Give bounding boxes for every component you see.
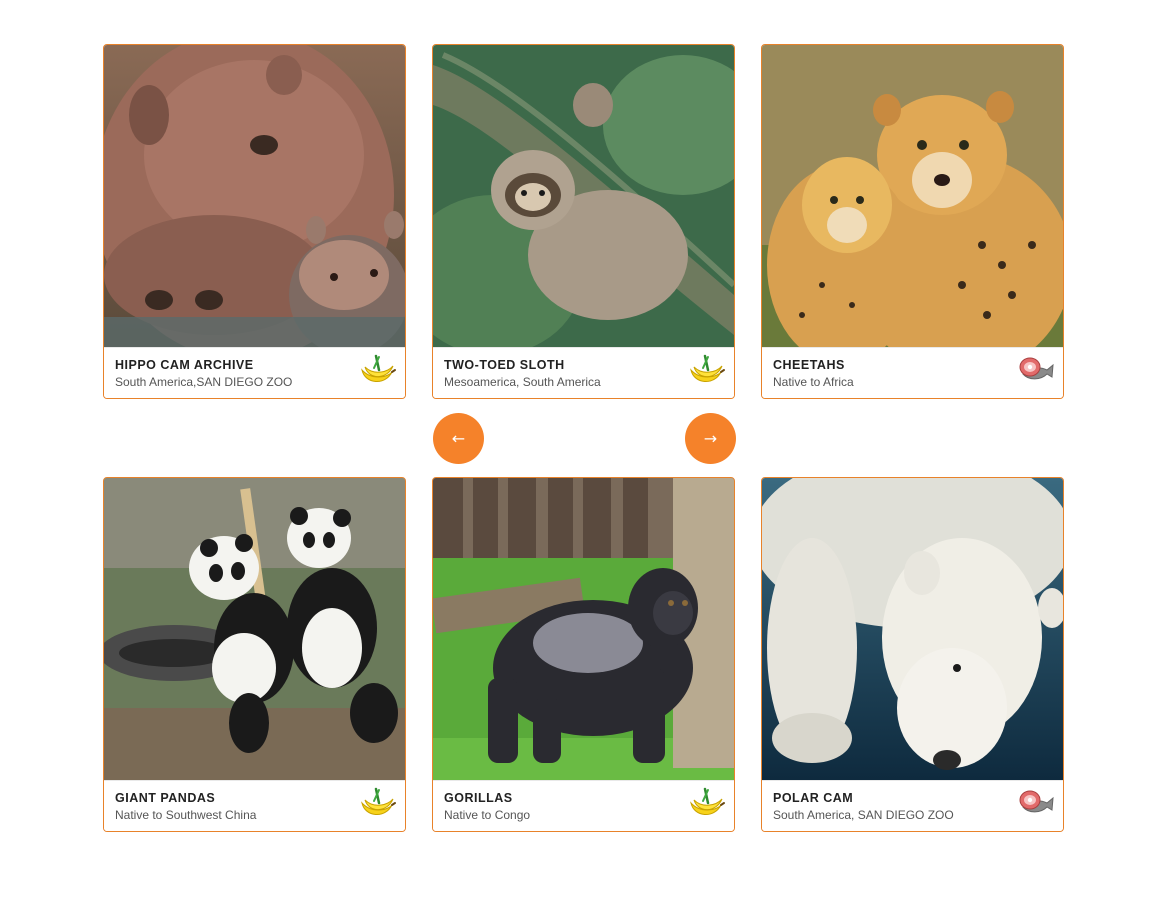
card-subtitle: Native to Southwest China — [115, 808, 257, 822]
banana-icon — [359, 787, 397, 821]
panda-photo — [104, 478, 405, 780]
card-title: GIANT PANDAS — [115, 791, 216, 805]
card-title: TWO-TOED SLOTH — [444, 358, 565, 372]
animal-card-panda[interactable]: GIANT PANDAS Native to Southwest China — [103, 477, 406, 832]
card-title: CHEETAHS — [773, 358, 845, 372]
card-title: GORILLAS — [444, 791, 513, 805]
animal-card-gorilla[interactable]: GORILLAS Native to Congo — [432, 477, 735, 832]
card-title: HIPPO CAM ARCHIVE — [115, 358, 254, 372]
next-button[interactable]: → — [685, 413, 736, 464]
arrow-right-icon: → — [703, 429, 718, 448]
prev-button[interactable]: ← — [433, 413, 484, 464]
hippo-photo — [104, 45, 405, 347]
card-caption: CHEETAHS Native to Africa — [762, 347, 1063, 398]
card-title: POLAR CAM — [773, 791, 854, 805]
banana-icon — [688, 787, 726, 821]
meat-fish-icon — [1017, 354, 1055, 388]
cheetah-photo — [762, 45, 1063, 347]
banana-icon — [688, 354, 726, 388]
gorilla-photo — [433, 478, 734, 780]
animal-card-hippo[interactable]: HIPPO CAM ARCHIVE South America,SAN DIEG… — [103, 44, 406, 399]
card-subtitle: South America, SAN DIEGO ZOO — [773, 808, 954, 822]
polar-bear-photo — [762, 478, 1063, 780]
card-caption: GORILLAS Native to Congo — [433, 780, 734, 831]
meat-fish-icon — [1017, 787, 1055, 821]
card-subtitle: Native to Africa — [773, 375, 854, 389]
card-caption: HIPPO CAM ARCHIVE South America,SAN DIEG… — [104, 347, 405, 398]
sloth-photo — [433, 45, 734, 347]
card-caption: GIANT PANDAS Native to Southwest China — [104, 780, 405, 831]
animal-card-cheetah[interactable]: CHEETAHS Native to Africa — [761, 44, 1064, 399]
card-subtitle: South America,SAN DIEGO ZOO — [115, 375, 293, 389]
animal-card-sloth[interactable]: TWO-TOED SLOTH Mesoamerica, South Americ… — [432, 44, 735, 399]
banana-icon — [359, 354, 397, 388]
animal-card-polar-bear[interactable]: POLAR CAM South America, SAN DIEGO ZOO — [761, 477, 1064, 832]
card-caption: TWO-TOED SLOTH Mesoamerica, South Americ… — [433, 347, 734, 398]
card-subtitle: Mesoamerica, South America — [444, 375, 601, 389]
card-subtitle: Native to Congo — [444, 808, 531, 822]
card-caption: POLAR CAM South America, SAN DIEGO ZOO — [762, 780, 1063, 831]
arrow-left-icon: ← — [451, 429, 466, 448]
